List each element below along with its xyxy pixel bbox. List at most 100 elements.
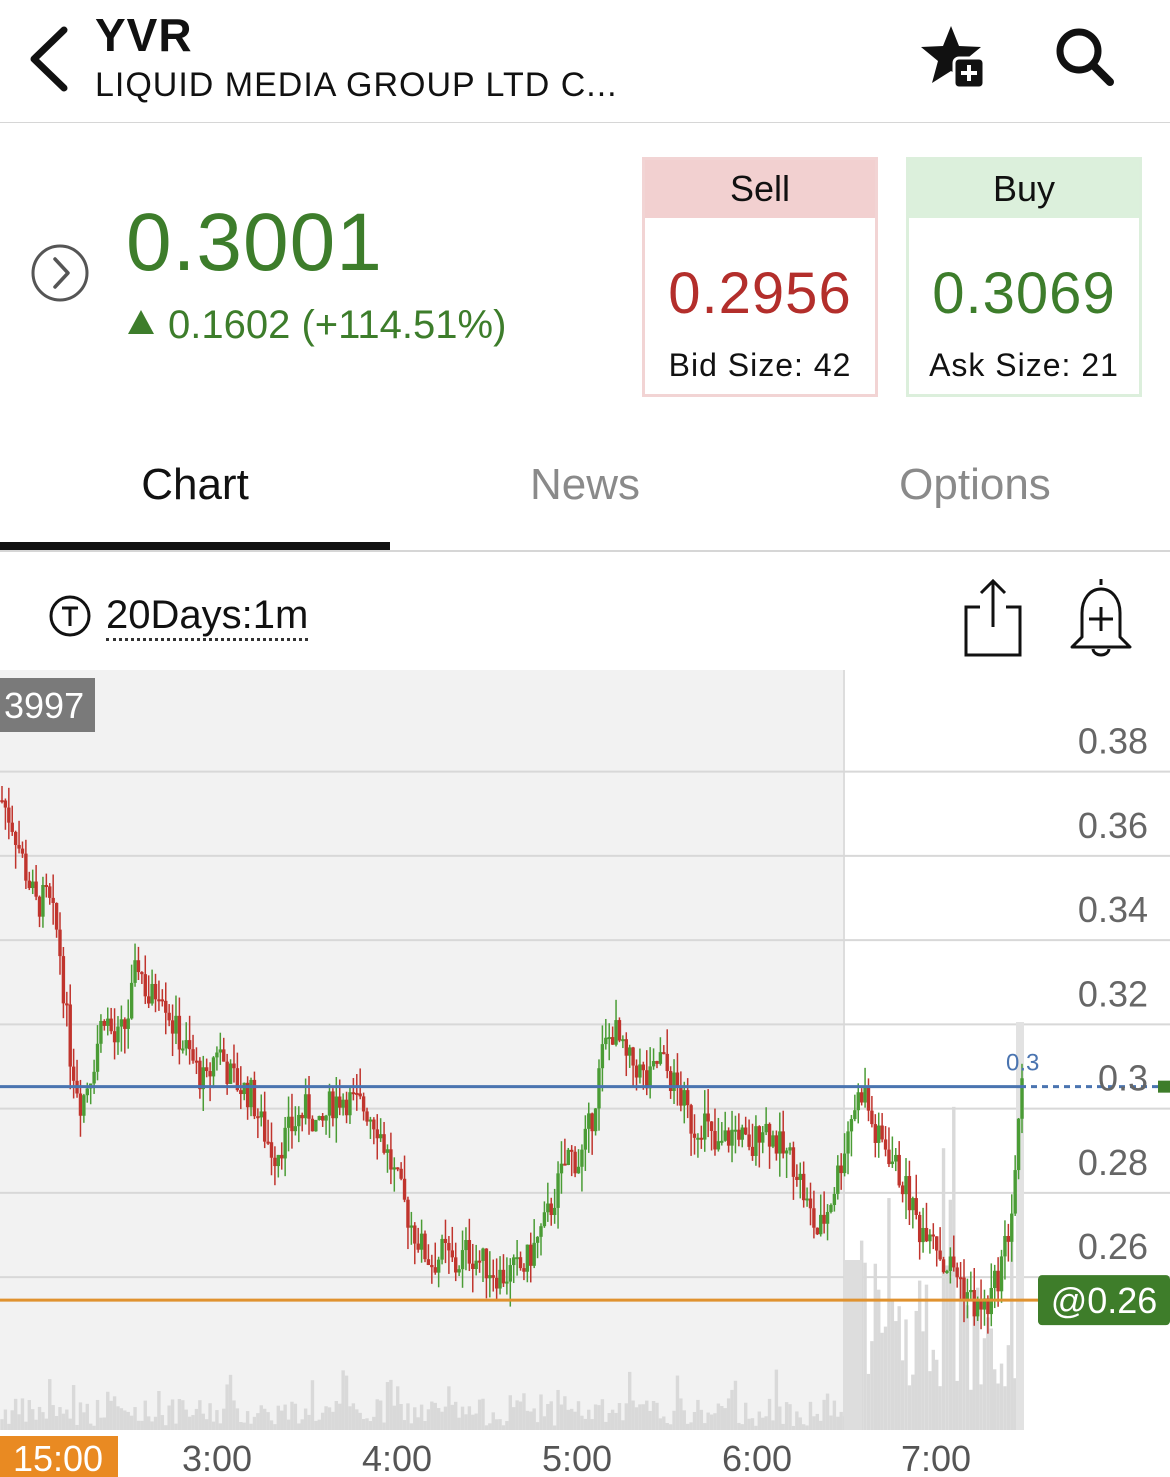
candle-body bbox=[334, 1096, 339, 1119]
volume-bar bbox=[153, 1416, 158, 1430]
volume-bar bbox=[627, 1371, 632, 1430]
volume-bar bbox=[897, 1306, 901, 1430]
volume-bar bbox=[454, 1401, 458, 1430]
volume-bar bbox=[327, 1407, 332, 1430]
candle-body bbox=[368, 1119, 373, 1122]
search-icon[interactable] bbox=[1052, 24, 1118, 90]
candle-body bbox=[344, 1099, 349, 1116]
candle-body bbox=[310, 1118, 315, 1132]
volume-bar bbox=[406, 1403, 410, 1430]
candle-body bbox=[689, 1105, 693, 1134]
star-plus-icon[interactable] bbox=[918, 22, 988, 92]
volume-bar bbox=[767, 1398, 772, 1430]
volume-bar bbox=[204, 1419, 209, 1430]
candle-body bbox=[512, 1257, 516, 1266]
candle-body bbox=[870, 1110, 874, 1125]
candle-body bbox=[781, 1131, 785, 1154]
candle-body bbox=[488, 1275, 492, 1279]
tab-options[interactable]: Options bbox=[780, 460, 1170, 510]
candle-body bbox=[648, 1066, 652, 1089]
candle-body bbox=[692, 1133, 697, 1138]
volume-bar bbox=[900, 1360, 905, 1430]
candle-body bbox=[877, 1125, 881, 1143]
volume-bar bbox=[542, 1416, 547, 1430]
volume-bar bbox=[402, 1420, 407, 1430]
candle-body bbox=[917, 1214, 922, 1243]
candle-body bbox=[887, 1149, 891, 1165]
candle-body bbox=[184, 1040, 188, 1049]
volume-bar bbox=[505, 1421, 509, 1430]
candle-body bbox=[911, 1198, 915, 1211]
candle-body bbox=[679, 1087, 683, 1106]
candle-body bbox=[658, 1052, 663, 1064]
t-circle-icon[interactable] bbox=[48, 594, 92, 638]
candle-body bbox=[924, 1227, 929, 1242]
candle-body bbox=[382, 1134, 386, 1153]
tab-chart[interactable]: Chart bbox=[0, 460, 390, 510]
volume-bar bbox=[662, 1416, 666, 1430]
volume-bar bbox=[494, 1419, 499, 1430]
candle-body bbox=[784, 1150, 789, 1154]
price-chart[interactable]: 0.38 0.36 0.34 0.32 0.3 0.28 0.26 0.3 @0.26 3997 1… bbox=[0, 670, 1170, 1477]
candle-body bbox=[460, 1250, 465, 1270]
volume-bar bbox=[310, 1380, 315, 1430]
candle-body bbox=[150, 983, 154, 1004]
candle-body bbox=[20, 848, 25, 854]
candle-body bbox=[116, 1026, 120, 1043]
candle-body bbox=[65, 1003, 69, 1006]
candle-body bbox=[546, 1203, 550, 1213]
volume-bar bbox=[672, 1410, 676, 1430]
buy-button[interactable]: Buy 0.3069 Ask Size: 21 bbox=[906, 157, 1142, 397]
volume-bar bbox=[467, 1406, 472, 1430]
bell-plus-icon[interactable] bbox=[1068, 575, 1134, 659]
volume-bar bbox=[95, 1399, 100, 1430]
candle-body bbox=[430, 1265, 434, 1268]
volume-bar bbox=[218, 1423, 223, 1430]
candle-body bbox=[685, 1090, 690, 1106]
period-selector[interactable]: 20Days:1m bbox=[106, 592, 309, 641]
candle-body bbox=[454, 1257, 458, 1273]
candle-body bbox=[232, 1063, 236, 1069]
x-tick-label: 3:00 bbox=[182, 1438, 252, 1477]
tab-news[interactable]: News bbox=[390, 460, 780, 510]
chevron-left-icon[interactable] bbox=[24, 24, 80, 94]
candle-body bbox=[436, 1259, 441, 1273]
candle-body bbox=[406, 1199, 410, 1228]
candle-body bbox=[849, 1119, 854, 1132]
volume-bar bbox=[283, 1404, 287, 1430]
volume-bar bbox=[433, 1402, 437, 1430]
chevron-right-circle-icon[interactable] bbox=[30, 243, 90, 303]
candle-body bbox=[95, 1043, 100, 1072]
candle-body bbox=[624, 1039, 628, 1056]
volume-bar bbox=[917, 1280, 922, 1430]
candle-body bbox=[228, 1063, 233, 1084]
volume-bar bbox=[382, 1422, 386, 1430]
volume-bar bbox=[703, 1423, 707, 1430]
sell-button[interactable]: Sell 0.2956 Bid Size: 42 bbox=[642, 157, 878, 397]
candle-body bbox=[761, 1132, 765, 1143]
candle-body bbox=[389, 1149, 393, 1170]
volume-bar bbox=[191, 1415, 195, 1430]
volume-bar bbox=[460, 1406, 465, 1430]
volume-bar bbox=[102, 1417, 107, 1430]
candle-body bbox=[873, 1124, 878, 1143]
candle-body bbox=[283, 1127, 287, 1159]
volume-bar bbox=[3, 1409, 8, 1430]
share-icon[interactable] bbox=[962, 577, 1024, 657]
volume-bar bbox=[368, 1421, 373, 1430]
candle-body bbox=[859, 1092, 864, 1103]
candle-body bbox=[815, 1227, 820, 1235]
order-line-label: @0.26 bbox=[1051, 1280, 1158, 1321]
candle-body bbox=[699, 1137, 704, 1140]
volume-bar bbox=[754, 1425, 758, 1430]
candle-body bbox=[317, 1116, 321, 1121]
volume-bar bbox=[706, 1412, 710, 1430]
volume-bar bbox=[92, 1425, 96, 1430]
candle-body bbox=[447, 1242, 451, 1251]
candle-body bbox=[191, 1049, 195, 1061]
volume-bar bbox=[491, 1412, 495, 1430]
candle-body bbox=[416, 1243, 420, 1250]
candle-body bbox=[198, 1060, 202, 1090]
candle-body bbox=[13, 831, 18, 845]
volume-bar bbox=[836, 1416, 840, 1430]
